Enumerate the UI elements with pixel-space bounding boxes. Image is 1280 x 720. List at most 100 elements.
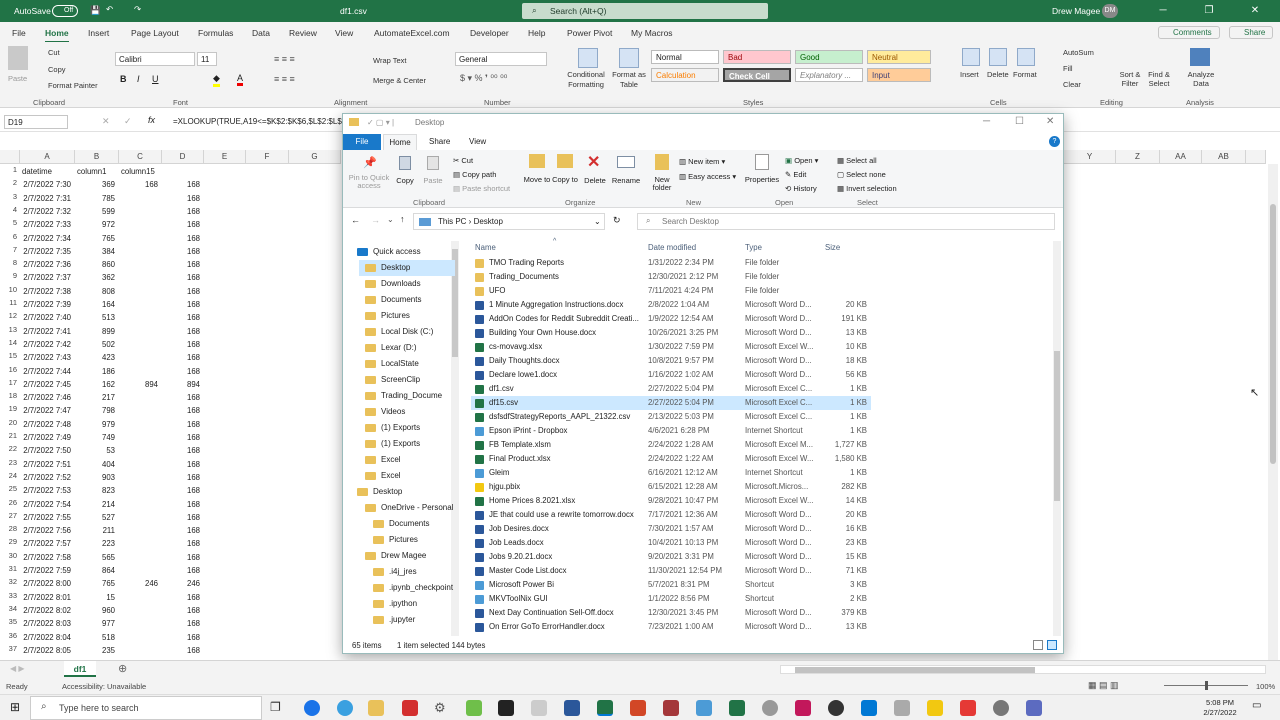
cell-d[interactable]: 168 — [162, 245, 204, 258]
tab-review[interactable]: Review — [289, 28, 317, 38]
cell-a[interactable]: 2/7/2022 7:54 — [20, 498, 75, 511]
column-header-d[interactable]: D — [162, 150, 204, 164]
nav-item[interactable]: Pictures — [367, 532, 463, 548]
accessibility-status[interactable]: Accessibility: Unavailable — [62, 682, 146, 691]
vscode-icon[interactable] — [861, 700, 877, 716]
access-icon[interactable] — [663, 700, 679, 716]
cell-a[interactable]: 2/7/2022 7:36 — [20, 258, 75, 271]
taskbar-time[interactable]: 5:08 PM — [1200, 698, 1240, 707]
cell-c[interactable]: 168 — [119, 178, 162, 191]
cell-b[interactable]: 369 — [75, 178, 119, 191]
cell-d[interactable]: 168 — [162, 218, 204, 231]
explorer-tab-home[interactable]: Home — [383, 134, 417, 150]
cell-b[interactable]: 808 — [75, 285, 119, 298]
breadcrumb-desktop[interactable]: Desktop — [474, 217, 503, 226]
search-box[interactable]: ⌕ Search (Alt+Q) — [522, 3, 768, 19]
row-header[interactable]: 2 — [0, 178, 20, 191]
cell-c1[interactable]: column15 — [119, 165, 162, 178]
cell-c[interactable] — [119, 325, 162, 338]
row-header[interactable]: 27 — [0, 511, 20, 524]
app-blue-icon[interactable] — [696, 700, 712, 716]
cell-a[interactable]: 2/7/2022 7:30 — [20, 178, 75, 191]
taskbar-search[interactable]: ⌕ Type here to search — [30, 696, 262, 720]
settings-icon[interactable]: ⚙ — [434, 700, 450, 716]
cell-a1[interactable]: datetime — [22, 165, 77, 178]
cell-c[interactable]: 894 — [119, 378, 162, 391]
file-row[interactable]: Master Code List.docx 11/30/2021 12:54 PM… — [471, 564, 871, 578]
view-mode-icons[interactable]: ▦ ▤ ▥ — [1088, 680, 1119, 691]
file-list-scrollbar[interactable] — [1053, 241, 1061, 636]
column-header-f[interactable]: F — [246, 150, 289, 164]
cell-d[interactable]: 168 — [162, 325, 204, 338]
cell-d[interactable]: 168 — [162, 365, 204, 378]
app-dark-icon[interactable] — [993, 700, 1009, 716]
new-folder-icon[interactable] — [655, 154, 669, 170]
cell-b[interactable]: 162 — [75, 378, 119, 391]
explorer-close-button[interactable]: ✕ — [1046, 116, 1054, 127]
cell-a[interactable]: 2/7/2022 8:05 — [20, 644, 75, 657]
file-row[interactable]: cs-movavg.xlsx 1/30/2022 7:59 PM Microsoft… — [471, 340, 871, 354]
zoom-level[interactable]: 100% — [1256, 682, 1275, 691]
style-good[interactable]: Good — [795, 50, 863, 64]
explorer-cut-button[interactable]: ✂ Cut — [453, 156, 473, 165]
open-button[interactable]: ▣ Open ▾ — [785, 156, 818, 165]
file-explorer-icon[interactable] — [368, 700, 384, 716]
cell-a[interactable]: 2/7/2022 8:00 — [20, 577, 75, 590]
number-format-select[interactable]: General — [455, 52, 547, 66]
cell-b[interactable]: 749 — [75, 431, 119, 444]
copy-icon[interactable] — [399, 156, 411, 170]
explorer-tab-file[interactable]: File — [343, 134, 381, 150]
cell-c[interactable] — [119, 311, 162, 324]
app-gray2-icon[interactable] — [894, 700, 910, 716]
column-header-y[interactable]: Y — [1064, 150, 1116, 164]
cell-b[interactable]: 362 — [75, 271, 119, 284]
align-top-icons[interactable]: ≡ ≡ ≡ — [274, 54, 295, 64]
row-header[interactable]: 31 — [0, 564, 20, 577]
cell-a[interactable]: 2/7/2022 7:52 — [20, 471, 75, 484]
row-header[interactable]: 11 — [0, 298, 20, 311]
easy-access-button[interactable]: ▥ Easy access ▾ — [679, 172, 736, 181]
cell-b[interactable]: 972 — [75, 218, 119, 231]
file-row[interactable]: On Error GoTo ErrorHandler.docx 7/23/2021… — [471, 620, 871, 634]
row-header[interactable]: 1 — [0, 165, 20, 178]
row-header[interactable]: 23 — [0, 458, 20, 471]
github-icon[interactable] — [828, 700, 844, 716]
cell-d[interactable]: 168 — [162, 444, 204, 457]
nav-item[interactable]: Documents — [359, 292, 455, 308]
cell-b[interactable]: 527 — [75, 511, 119, 524]
powerpoint-icon[interactable] — [630, 700, 646, 716]
row-header[interactable]: 16 — [0, 365, 20, 378]
cell-b[interactable]: 214 — [75, 498, 119, 511]
nav-item[interactable]: (1) Exports — [359, 420, 455, 436]
tab-formulas[interactable]: Formulas — [198, 28, 233, 38]
explorer-paste-button[interactable]: Paste — [421, 176, 445, 185]
history-button[interactable]: ⟲ History — [785, 184, 817, 193]
share-button[interactable]: Share — [1229, 26, 1273, 39]
cell-d[interactable]: 168 — [162, 537, 204, 550]
delete-button[interactable]: Delete — [581, 176, 609, 185]
task-view-icon[interactable]: ❐ — [270, 700, 286, 716]
cell-b[interactable]: 164 — [75, 298, 119, 311]
paste-shortcut-button[interactable]: ▤ Paste shortcut — [453, 184, 510, 193]
cell-c[interactable] — [119, 524, 162, 537]
cell-a[interactable]: 2/7/2022 8:04 — [20, 631, 75, 644]
pin-icon[interactable]: 📌 — [363, 156, 377, 170]
app-green2-icon[interactable] — [729, 700, 745, 716]
cell-c[interactable] — [119, 617, 162, 630]
file-row[interactable]: JE that could use a rewrite tomorrow.doc… — [471, 508, 871, 522]
tab-data[interactable]: Data — [252, 28, 270, 38]
row-header[interactable]: 33 — [0, 591, 20, 604]
format-as-table-button[interactable]: Format as Table — [610, 70, 648, 90]
cell-b[interactable]: 798 — [75, 404, 119, 417]
style-normal[interactable]: Normal — [651, 50, 719, 64]
cell-b[interactable]: 186 — [75, 365, 119, 378]
app-gray-icon[interactable] — [531, 700, 547, 716]
cell-c[interactable] — [119, 192, 162, 205]
sheet-nav-arrows[interactable]: ◀ ▶ — [10, 664, 25, 673]
style-input[interactable]: Input — [867, 68, 931, 82]
cell-a[interactable]: 2/7/2022 8:01 — [20, 591, 75, 604]
comments-button[interactable]: Comments — [1158, 26, 1220, 39]
cell-a[interactable]: 2/7/2022 8:03 — [20, 617, 75, 630]
cell-a[interactable]: 2/7/2022 7:41 — [20, 325, 75, 338]
cell-b[interactable]: 384 — [75, 245, 119, 258]
